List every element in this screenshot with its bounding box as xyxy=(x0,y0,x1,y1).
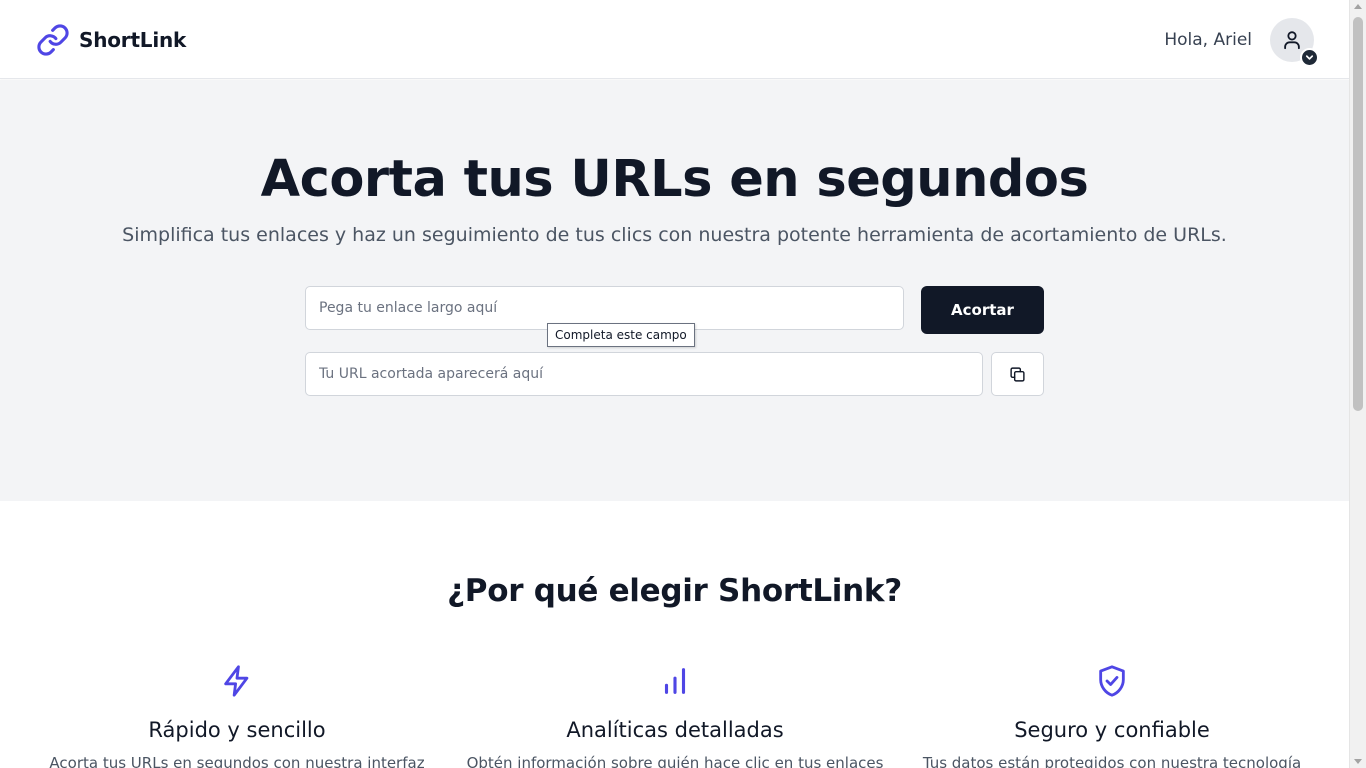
user-avatar-button[interactable] xyxy=(1270,18,1319,67)
short-url-output[interactable] xyxy=(305,352,983,396)
feature-title: Analíticas detalladas xyxy=(566,718,784,742)
brand-link[interactable]: ShortLink xyxy=(36,22,186,58)
vertical-scrollbar[interactable] xyxy=(1349,0,1366,768)
features-title: ¿Por qué elegir ShortLink? xyxy=(447,573,902,609)
scrollbar-thumb[interactable] xyxy=(1353,17,1363,411)
feature-description: Obtén información sobre quién hace clic … xyxy=(466,754,884,768)
user-icon xyxy=(1284,31,1300,50)
scroll-up-arrow[interactable] xyxy=(1354,4,1362,9)
bar-chart-icon xyxy=(664,668,686,694)
shield-check-icon xyxy=(1099,665,1125,697)
link-icon xyxy=(37,24,69,56)
hero-section: Acorta tus URLs en segundos Simplifica t… xyxy=(0,80,1349,501)
hero-title: Acorta tus URLs en segundos xyxy=(260,150,1089,209)
chevron-down-icon xyxy=(1305,55,1314,60)
scroll-down-arrow[interactable] xyxy=(1354,759,1362,764)
avatar-dropdown-indicator xyxy=(1300,48,1319,67)
feature-description: Acorta tus URLs en segundos con nuestra … xyxy=(49,754,425,768)
feature-analytics: Analíticas detalladas Obtén información … xyxy=(465,662,885,768)
hero-subtitle: Simplifica tus enlaces y haz un seguimie… xyxy=(122,224,1227,246)
validation-tooltip: Completa este campo xyxy=(547,323,695,347)
feature-title: Rápido y sencillo xyxy=(148,718,326,742)
shorten-button[interactable]: Acortar xyxy=(921,286,1044,334)
copy-icon xyxy=(1010,366,1025,382)
feature-secure: Seguro y confiable Tus datos están prote… xyxy=(902,662,1322,768)
page: ShortLink Hola, Ariel Acorta tus URLs en… xyxy=(0,0,1349,768)
feature-description: Tus datos están protegidos con nuestra t… xyxy=(922,754,1302,768)
feature-title: Seguro y confiable xyxy=(1014,718,1210,742)
brand-name: ShortLink xyxy=(79,28,187,52)
top-navbar: ShortLink Hola, Ariel xyxy=(0,0,1349,79)
lightning-icon xyxy=(224,665,249,697)
user-greeting: Hola, Ariel xyxy=(1164,30,1252,50)
copy-button[interactable] xyxy=(991,352,1044,396)
feature-fast: Rápido y sencillo Acorta tus URLs en seg… xyxy=(27,662,447,768)
